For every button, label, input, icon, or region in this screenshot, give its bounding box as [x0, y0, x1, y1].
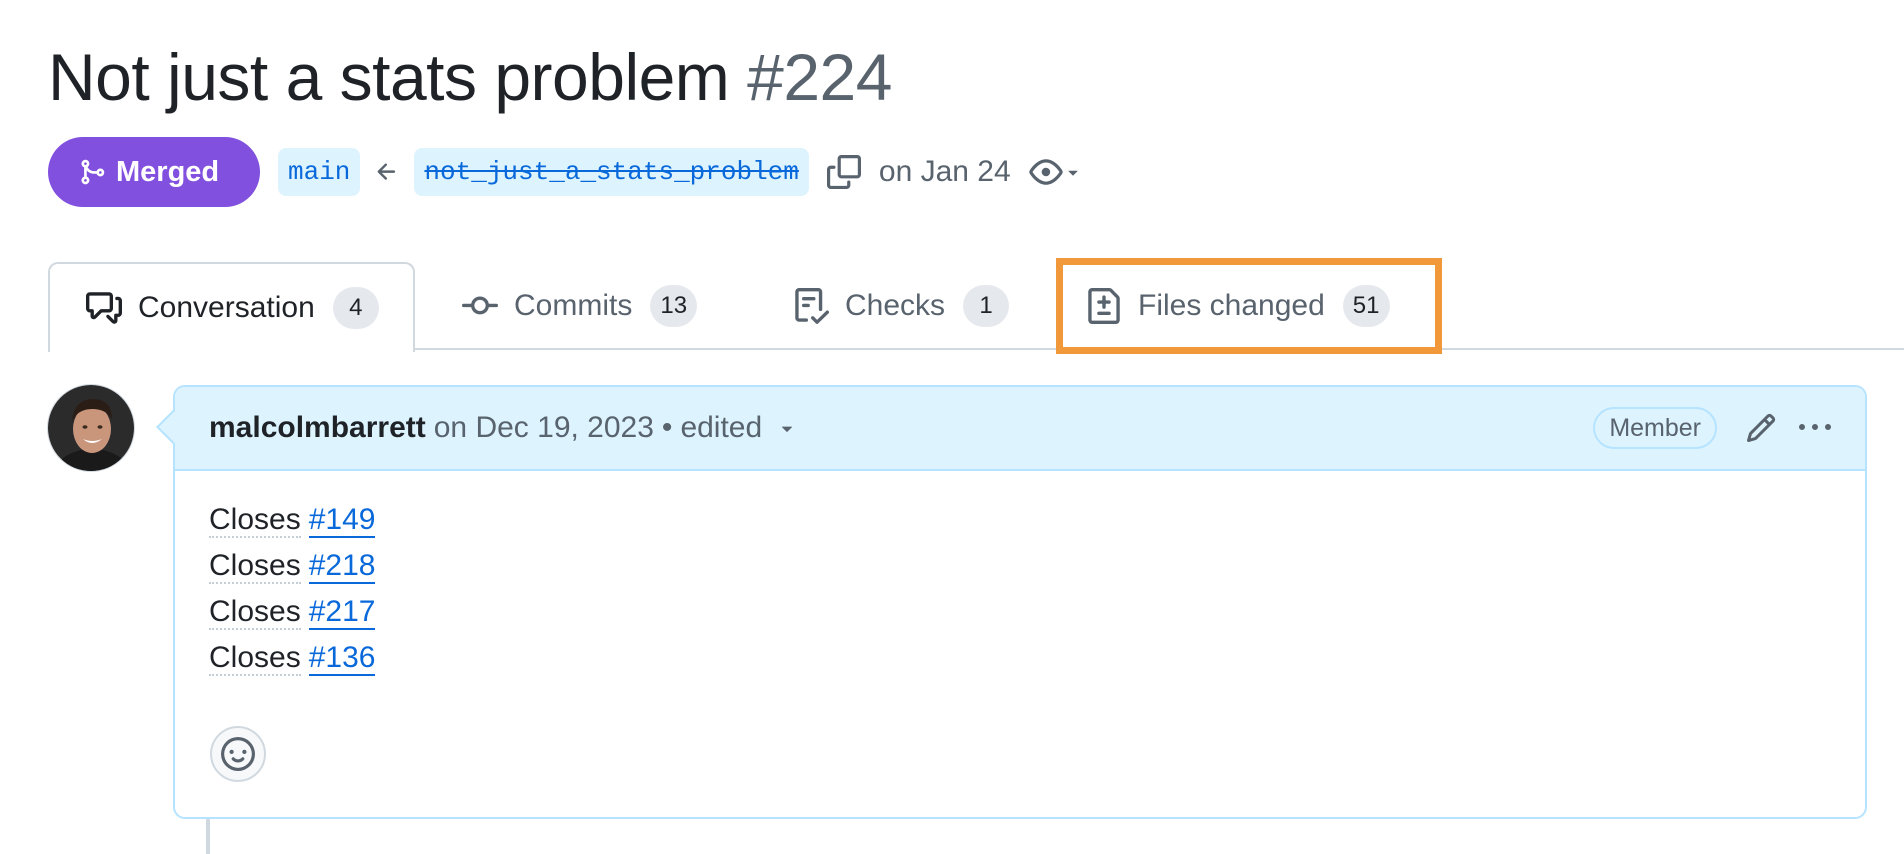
comment-header: malcolmbarrett on Dec 19, 2023 • edited …	[175, 387, 1865, 471]
git-commit-icon	[462, 288, 498, 324]
triangle-down-icon	[1068, 170, 1078, 176]
copy-icon[interactable]	[826, 155, 861, 189]
closes-line: Closes #217	[209, 589, 1831, 635]
pr-meta-row: Merged main not_just_a_stats_problem on …	[48, 137, 1083, 207]
add-reaction-button[interactable]	[210, 726, 266, 782]
smiley-icon	[221, 737, 255, 771]
closes-line: Closes #136	[209, 635, 1831, 681]
issue-link[interactable]: #136	[308, 641, 376, 676]
pr-number: #224	[747, 40, 892, 114]
merged-status-label: Merged	[116, 155, 220, 188]
member-role-badge: Member	[1593, 407, 1717, 449]
closes-line: Closes #218	[209, 543, 1831, 589]
comment-separator: •	[661, 411, 673, 444]
tab-commits-label: Commits	[514, 289, 633, 322]
tab-checks-label: Checks	[845, 289, 946, 322]
watch-dropdown[interactable]	[1029, 155, 1083, 189]
issue-link[interactable]: #149	[308, 503, 376, 538]
closes-keyword: Closes	[209, 641, 301, 676]
issue-link[interactable]: #217	[308, 595, 376, 630]
closes-line: Closes #149	[209, 497, 1831, 543]
timeline-line	[206, 819, 210, 854]
tab-conversation-label: Conversation	[138, 291, 315, 324]
tab-checks[interactable]: Checks 1	[793, 262, 1010, 350]
pr-tabs: Conversation 4 Commits 13 Checks 1 Files…	[48, 262, 1904, 352]
avatar[interactable]	[47, 384, 135, 472]
head-branch-link[interactable]: not_just_a_stats_problem	[414, 148, 809, 196]
comment-author[interactable]: malcolmbarrett	[209, 411, 426, 445]
base-branch-link[interactable]: main	[278, 148, 361, 196]
tab-commits[interactable]: Commits 13	[462, 262, 698, 350]
closes-keyword: Closes	[209, 549, 301, 584]
tab-checks-count: 1	[963, 285, 1010, 327]
closes-keyword: Closes	[209, 595, 301, 630]
comment-discussion-icon	[86, 290, 122, 326]
file-diff-icon	[1086, 288, 1122, 324]
merged-status-badge: Merged	[48, 137, 260, 207]
tab-conversation[interactable]: Conversation 4	[48, 262, 415, 352]
kebab-horizontal-icon[interactable]	[1799, 412, 1831, 444]
comment-header-actions: Member	[1593, 387, 1831, 469]
pr-title-row: Not just a stats problem #224	[48, 34, 892, 120]
git-merge-icon	[81, 159, 105, 185]
checklist-icon	[793, 288, 829, 324]
arrow-left-icon	[374, 159, 400, 185]
tab-files-changed[interactable]: Files changed 51	[1086, 262, 1390, 350]
eye-icon	[1029, 159, 1063, 185]
tab-commits-count: 13	[650, 285, 698, 327]
comment-edited-label[interactable]: edited	[680, 411, 762, 445]
tab-files-changed-label: Files changed	[1138, 289, 1325, 322]
comment-body: Closes #149 Closes #218 Closes #217 Closes #…	[175, 471, 1865, 681]
comment-box: malcolmbarrett on Dec 19, 2023 • edited …	[173, 385, 1867, 819]
pencil-icon[interactable]	[1745, 412, 1777, 444]
pr-title: Not just a stats problem	[48, 40, 730, 114]
issue-link[interactable]: #218	[308, 549, 376, 584]
closes-keyword: Closes	[209, 503, 301, 538]
tab-conversation-count: 4	[332, 287, 379, 329]
comment-date[interactable]: on Dec 19, 2023	[434, 411, 654, 445]
triangle-down-icon[interactable]	[776, 417, 798, 439]
merged-date: on Jan 24	[878, 155, 1011, 188]
tab-files-changed-count: 51	[1342, 285, 1390, 327]
